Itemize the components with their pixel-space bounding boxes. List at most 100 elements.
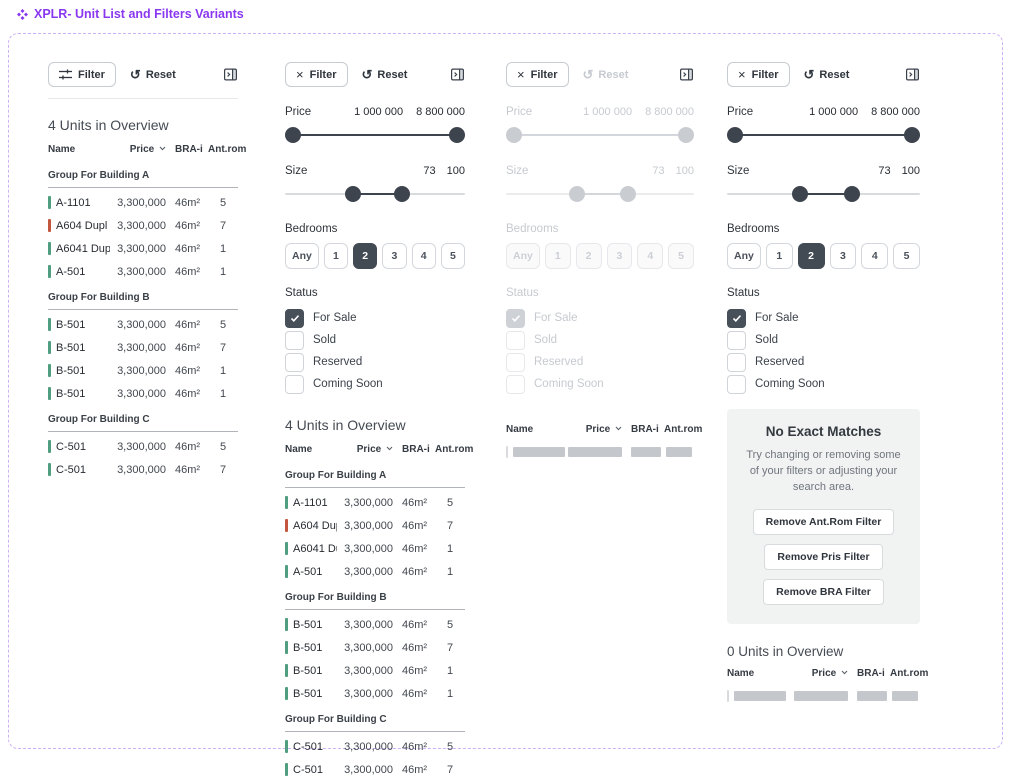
unit-row[interactable]: B-501 3,300,000 46m² 1 <box>48 359 238 382</box>
size-slider-handle-max[interactable] <box>394 186 410 202</box>
bedrooms-option-1[interactable]: 1 <box>766 243 793 269</box>
collapse-panel-button[interactable] <box>905 67 920 82</box>
filter-button[interactable]: × Filter <box>506 62 569 87</box>
unit-row[interactable]: B-501 3,300,000 46m² 1 <box>48 382 238 405</box>
bedrooms-option-any[interactable]: Any <box>285 243 319 269</box>
unit-row[interactable]: B-501 3,300,000 46m² 5 <box>48 313 238 336</box>
checkbox[interactable] <box>285 353 304 372</box>
close-icon: × <box>296 68 304 81</box>
unit-row[interactable]: C-501 3,300,000 46m² 7 <box>48 458 238 481</box>
bedrooms-option-4[interactable]: 4 <box>861 243 888 269</box>
filter-button[interactable]: × Filter <box>285 62 348 87</box>
unit-row[interactable]: A-1101 3,300,000 46m² 5 <box>48 191 238 214</box>
price-filter: Price 1 000 0008 800 000 <box>727 106 920 143</box>
status-option-reserved[interactable]: Reserved <box>727 353 920 371</box>
unit-row[interactable]: B-501 3,300,000 46m² 7 <box>48 336 238 359</box>
bedrooms-option-2[interactable]: 2 <box>798 243 825 269</box>
checkbox-checked[interactable] <box>727 309 746 328</box>
bedrooms-option-5[interactable]: 5 <box>893 243 920 269</box>
unit-row[interactable]: A-501 3,300,000 46m² 1 <box>285 560 465 583</box>
bedrooms-option-1[interactable]: 1 <box>324 243 348 269</box>
skeleton-row <box>506 441 694 463</box>
bedrooms-option-3[interactable]: 3 <box>382 243 406 269</box>
size-slider-handle-min[interactable] <box>792 186 808 202</box>
toolbar-divider <box>48 98 238 99</box>
col-price-sort[interactable]: Price <box>337 444 393 455</box>
price-slider-handle-max[interactable] <box>449 127 465 143</box>
unit-row[interactable]: C-501 3,300,000 46m² 5 <box>285 735 465 758</box>
reset-button[interactable]: ↺ Reset <box>130 68 176 81</box>
price-slider-disabled <box>506 127 694 143</box>
status-bar <box>285 496 288 509</box>
size-slider-handle-max[interactable] <box>844 186 860 202</box>
price-slider-handle-min <box>506 127 522 143</box>
unit-row[interactable]: B-501 3,300,000 46m² 7 <box>285 636 465 659</box>
checkbox[interactable] <box>727 331 746 350</box>
filter-button[interactable]: × Filter <box>727 62 790 87</box>
unit-row[interactable]: A6041 Dup 3,300,000 46m² 1 <box>285 537 465 560</box>
panel-right-icon <box>679 67 694 82</box>
bedrooms-option-4[interactable]: 4 <box>412 243 436 269</box>
remove-antrom-filter-button[interactable]: Remove Ant.Rom Filter <box>753 509 895 535</box>
status-bar <box>285 687 288 700</box>
bedrooms-option-5: 5 <box>668 243 694 269</box>
price-slider-handle-min[interactable] <box>727 127 743 143</box>
reset-button-disabled: ↺ Reset <box>583 68 629 81</box>
status-option-sold[interactable]: Sold <box>285 331 465 349</box>
no-matches-title: No Exact Matches <box>737 424 910 439</box>
status-bar <box>48 196 51 209</box>
status-option-sold[interactable]: Sold <box>727 331 920 349</box>
checkbox[interactable] <box>285 331 304 350</box>
remove-pris-filter-button[interactable]: Remove Pris Filter <box>764 544 882 570</box>
filter-button[interactable]: Filter <box>48 62 116 87</box>
checkbox[interactable] <box>285 375 304 394</box>
toolbar: Filter ↺ Reset <box>48 62 238 87</box>
unit-row[interactable]: C-501 3,300,000 46m² 5 <box>48 435 238 458</box>
group-header: Group For Building B <box>48 283 238 310</box>
status-option-coming-soon[interactable]: Coming Soon <box>727 375 920 393</box>
reset-button[interactable]: ↺ Reset <box>804 68 850 81</box>
unit-row[interactable]: A604 Dupl 3,300,000 46m² 7 <box>285 514 465 537</box>
status-bar <box>48 318 51 331</box>
price-slider-handle-max[interactable] <box>904 127 920 143</box>
collapse-panel-button[interactable] <box>450 67 465 82</box>
reset-button[interactable]: ↺ Reset <box>362 68 408 81</box>
unit-row[interactable]: A6041 Dup 3,300,000 46m² 1 <box>48 237 238 260</box>
unit-row[interactable]: A-501 3,300,000 46m² 1 <box>48 260 238 283</box>
unit-row[interactable]: B-501 3,300,000 46m² 1 <box>285 659 465 682</box>
bedrooms-filter: Bedrooms Any 1 2 3 4 5 <box>727 223 920 269</box>
unit-row[interactable]: A604 Dupl 3,300,000 46m² 7 <box>48 214 238 237</box>
reset-icon: ↺ <box>362 68 373 81</box>
filter-button-label: Filter <box>78 69 105 81</box>
variant-no-matches: × Filter ↺ Reset Price 1 000 0008 800 00… <box>727 62 920 707</box>
size-filter: Size 73100 <box>727 165 920 202</box>
unit-row[interactable]: B-501 3,300,000 46m² 1 <box>285 682 465 705</box>
bedrooms-option-5[interactable]: 5 <box>441 243 465 269</box>
check-icon <box>732 314 742 323</box>
units-table-loading: Name Price BRA-i Ant.rom <box>506 417 694 463</box>
size-slider-handle-min[interactable] <box>345 186 361 202</box>
status-option-coming-soon[interactable]: Coming Soon <box>285 375 465 393</box>
status-option-for-sale[interactable]: For Sale <box>727 309 920 327</box>
status-filter-disabled: Status For Sale Sold Reserved Coming Soo… <box>506 287 694 393</box>
remove-bra-filter-button[interactable]: Remove BRA Filter <box>763 579 884 605</box>
checkbox[interactable] <box>727 375 746 394</box>
price-slider-handle-min[interactable] <box>285 127 301 143</box>
status-filter: Status For Sale Sold Reserved Coming Soo… <box>727 287 920 393</box>
bedrooms-option-any[interactable]: Any <box>727 243 761 269</box>
collapse-panel-button[interactable] <box>679 67 694 82</box>
unit-row[interactable]: A-1101 3,300,000 46m² 5 <box>285 491 465 514</box>
bedrooms-option-2[interactable]: 2 <box>353 243 377 269</box>
col-price-sort[interactable]: Price <box>792 668 848 679</box>
collapse-panel-button[interactable] <box>223 67 238 82</box>
unit-row[interactable]: C-501 3,300,000 46m² 7 <box>285 758 465 781</box>
status-option-for-sale[interactable]: For Sale <box>285 309 465 327</box>
status-option-reserved: Reserved <box>506 353 694 371</box>
bedrooms-option-3[interactable]: 3 <box>830 243 857 269</box>
status-option-reserved[interactable]: Reserved <box>285 353 465 371</box>
checkbox-checked[interactable] <box>285 309 304 328</box>
unit-row[interactable]: B-501 3,300,000 46m² 5 <box>285 613 465 636</box>
reset-button-label: Reset <box>146 69 176 81</box>
col-price-sort[interactable]: Price <box>110 144 166 155</box>
checkbox[interactable] <box>727 353 746 372</box>
